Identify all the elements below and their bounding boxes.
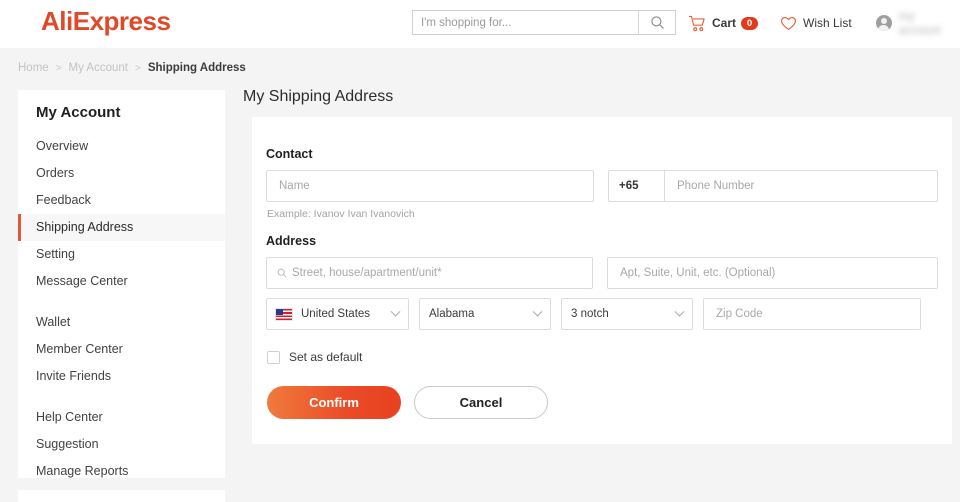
address-section-label: Address [266, 234, 317, 248]
set-default-checkbox[interactable] [267, 350, 280, 364]
name-field[interactable] [266, 170, 594, 202]
sidebar-item-label: Overview [36, 139, 89, 153]
sidebar-item-label: Invite Friends [36, 369, 112, 383]
sidebar-item-label: Suggestion [36, 437, 99, 451]
breadcrumb-item-my-account[interactable]: My Account [69, 62, 128, 74]
country-select-value: United States [301, 308, 371, 320]
breadcrumb-item-home[interactable]: Home [18, 62, 49, 74]
chevron-down-icon [390, 306, 401, 317]
main-content: My Shipping Address [243, 88, 393, 118]
sidebar-item-label: Feedback [36, 193, 91, 207]
street-field[interactable] [266, 257, 594, 289]
sidebar-title: My Account [36, 104, 121, 121]
sidebar-item-feedback[interactable]: Feedback [18, 187, 225, 214]
city-select[interactable]: 3 notch [561, 298, 693, 330]
sidebar-item-manage-reports[interactable]: Manage Reports [18, 458, 225, 485]
sidebar-item-label: Wallet [36, 315, 71, 329]
zip-input[interactable] [714, 307, 910, 321]
confirm-button[interactable]: Confirm [267, 386, 401, 419]
name-format-hint: Example: Ivanov Ivan Ivanovich [267, 208, 415, 220]
cancel-button[interactable]: Cancel [414, 386, 548, 419]
site-header: AliExpress Cart 0 Wish List [0, 0, 960, 48]
breadcrumb-separator: > [55, 62, 62, 74]
zip-field[interactable] [703, 298, 921, 330]
sidebar-item-wallet[interactable]: Wallet [18, 309, 225, 336]
chevron-down-icon [674, 306, 685, 317]
account-button[interactable]: my account [875, 9, 960, 37]
apt-field[interactable] [607, 257, 938, 289]
sidebar-item-message-center[interactable]: Message Center [18, 268, 225, 295]
form-actions: Confirm Cancel [267, 386, 938, 419]
contact-row: +65 [266, 170, 938, 202]
country-select[interactable]: United States [266, 298, 409, 330]
sidebar-item-label: Orders [36, 166, 75, 180]
sidebar-item-orders[interactable]: Orders [18, 160, 225, 187]
sidebar-item-label: Help Center [36, 410, 103, 424]
sidebar-item-label: Manage Reports [36, 464, 129, 478]
street-input[interactable] [290, 266, 583, 280]
shipping-address-form-card: Contact +65 Example: Ivanov Ivan Ivanovi… [252, 117, 952, 444]
page-title: My Shipping Address [243, 88, 394, 105]
header-actions: Cart 0 Wish List my account [688, 9, 960, 37]
sidebar-item-setting[interactable]: Setting [18, 241, 225, 268]
search-icon [277, 268, 287, 278]
set-default-row: Set as default [267, 350, 938, 364]
cart-button[interactable]: Cart 0 [688, 15, 759, 32]
sidebar-item-overview[interactable]: Overview [18, 133, 225, 160]
name-input[interactable] [277, 179, 583, 193]
country-code-field[interactable]: +65 [608, 170, 664, 202]
search-box [412, 10, 676, 35]
wishlist-button[interactable]: Wish List [780, 16, 852, 31]
heart-icon [781, 16, 797, 30]
account-username: my account [898, 9, 941, 37]
phone-group: +65 [608, 170, 938, 202]
cart-count-badge: 0 [741, 16, 759, 30]
account-sidebar: My Account Overview Orders Feedback Ship… [18, 90, 225, 478]
wishlist-label: Wish List [803, 16, 852, 30]
state-select[interactable]: Alabama [419, 298, 551, 330]
sidebar-item-member-center[interactable]: Member Center [18, 336, 225, 363]
sidebar-item-help-center[interactable]: Help Center [18, 404, 225, 431]
us-flag-icon [276, 308, 292, 320]
avatar-icon [875, 15, 892, 31]
state-select-value: Alabama [429, 308, 475, 320]
address-street-row [266, 257, 938, 289]
sidebar-divider [18, 295, 225, 309]
phone-field[interactable] [664, 170, 938, 202]
sidebar-item-suggestion[interactable]: Suggestion [18, 431, 225, 458]
sidebar-divider [18, 390, 225, 404]
sidebar-item-label: Member Center [36, 342, 123, 356]
sidebar-item-label: Setting [36, 247, 75, 261]
cart-icon [689, 15, 705, 31]
sidebar-item-label: Message Center [36, 274, 128, 288]
set-default-label: Set as default [289, 350, 363, 364]
sidebar-item-label: Shipping Address [36, 220, 134, 234]
chevron-down-icon [532, 306, 543, 317]
breadcrumb-separator: > [134, 62, 141, 74]
sidebar-item-invite-friends[interactable]: Invite Friends [18, 363, 225, 390]
sidebar-footer-block [18, 490, 225, 502]
city-select-value: 3 notch [571, 308, 609, 320]
search-input[interactable] [413, 11, 638, 34]
search-button[interactable] [638, 11, 675, 34]
search-icon [650, 16, 664, 29]
breadcrumb-item-shipping-address: Shipping Address [147, 62, 246, 74]
contact-section-label: Contact [266, 147, 313, 161]
phone-input[interactable] [675, 179, 927, 193]
breadcrumb: Home > My Account > Shipping Address [0, 48, 960, 88]
address-location-row: United States Alabama 3 notch [266, 298, 938, 330]
aliexpress-logo[interactable]: AliExpress [41, 6, 171, 37]
apt-input[interactable] [618, 266, 927, 280]
sidebar-item-shipping-address[interactable]: Shipping Address [18, 214, 225, 241]
cart-label: Cart [712, 16, 737, 30]
